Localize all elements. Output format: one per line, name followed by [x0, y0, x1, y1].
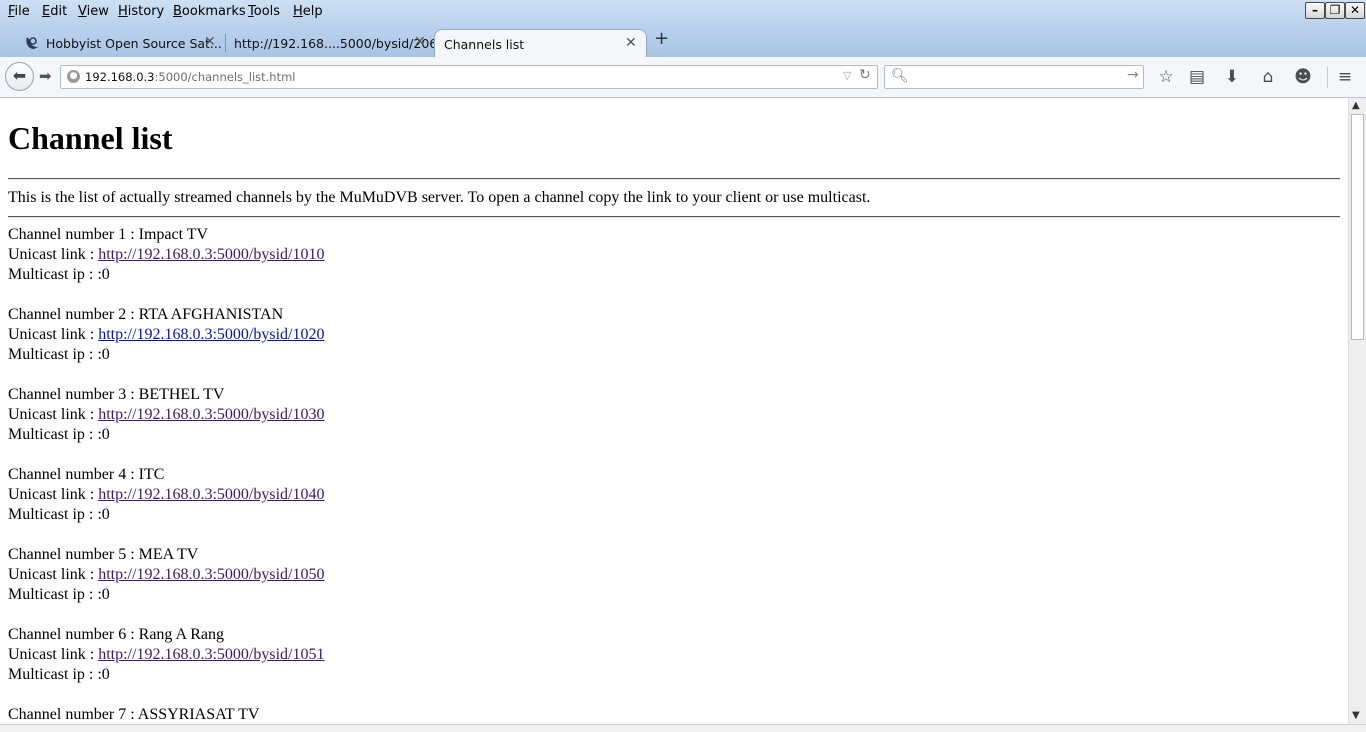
channel-title: Channel number 5 : MEA TV [8, 546, 199, 563]
unicast-link[interactable]: http://192.168.0.3:5000/bysid/1030 [98, 406, 324, 423]
unicast-label: Unicast link : [8, 486, 99, 503]
unicast-link[interactable]: http://192.168.0.3:5000/bysid/1010 [98, 246, 324, 263]
url-path: :5000/channels_list.html [154, 70, 296, 84]
multicast-line: Multicast ip : :0 [8, 506, 110, 523]
menu-history[interactable]: History [118, 4, 164, 19]
hamburger-icon[interactable]: ≡ [1333, 65, 1357, 89]
new-tab-icon[interactable]: + [654, 28, 669, 49]
menu-help[interactable]: Help [293, 4, 323, 19]
reload-icon[interactable]: ↻ [859, 67, 871, 83]
site-favicon-icon [26, 37, 38, 49]
tab-title: Channels list [444, 37, 525, 52]
globe-icon: ● [67, 70, 80, 83]
close-window-button[interactable]: ✕ [1345, 2, 1365, 19]
intro-text: This is the list of actually streamed ch… [8, 189, 871, 206]
unicast-label: Unicast link : [8, 646, 99, 663]
unicast-label: Unicast link : [8, 326, 99, 343]
horizontal-rule [8, 216, 1340, 218]
unicast-line: Unicast link : http://192.168.0.3:5000/b… [8, 326, 324, 344]
tab-title: Hobbyist Open Source Sat... [46, 36, 222, 51]
channel-title: Channel number 4 : ITC [8, 466, 165, 483]
multicast-line: Multicast ip : :0 [8, 666, 110, 683]
channel-title: Channel number 7 : ASSYRIASAT TV [8, 706, 260, 723]
chevron-down-icon[interactable]: ▽ [843, 69, 851, 82]
unicast-line: Unicast link : http://192.168.0.3:5000/b… [8, 486, 324, 504]
tab-strip: Hobbyist Open Source Sat... ✕ http://192… [0, 24, 1366, 57]
unicast-line: Unicast link : http://192.168.0.3:5000/b… [8, 406, 324, 424]
unicast-link[interactable]: http://192.168.0.3:5000/bysid/1020 [98, 326, 324, 343]
search-input[interactable]: 🔍︎ → [884, 65, 1144, 89]
page-title: Channel list [8, 120, 173, 156]
url-text[interactable]: 192.168.0.3:5000/channels_list.html [85, 70, 296, 84]
scroll-up-icon[interactable]: ▲ [1352, 100, 1360, 111]
menu-bookmarks[interactable]: Bookmarks [173, 4, 246, 19]
star-icon[interactable]: ☆ [1154, 65, 1178, 89]
clipboard-icon[interactable]: ▤ [1185, 65, 1209, 89]
unicast-label: Unicast link : [8, 566, 99, 583]
navigation-toolbar: ⬅ ➡ ● 192.168.0.3:5000/channels_list.htm… [0, 57, 1366, 98]
arrow-right-icon[interactable]: → [1127, 67, 1139, 83]
unicast-label: Unicast link : [8, 246, 99, 263]
scrollbar-thumb[interactable] [1351, 114, 1364, 340]
scroll-down-icon[interactable]: ▼ [1352, 710, 1360, 721]
unicast-link[interactable]: http://192.168.0.3:5000/bysid/1040 [98, 486, 324, 503]
minimize-button[interactable]: – [1305, 2, 1325, 19]
tab-hobbyist[interactable]: Hobbyist Open Source Sat... ✕ [16, 29, 224, 57]
smiley-icon[interactable]: ☻ [1291, 65, 1315, 89]
toolbar-divider [1327, 66, 1328, 88]
close-tab-icon[interactable]: ✕ [625, 35, 637, 51]
multicast-line: Multicast ip : :0 [8, 266, 110, 283]
tab-bysid[interactable]: http://192.168....5000/bysid/2060 ✕ [226, 29, 434, 57]
multicast-line: Multicast ip : :0 [8, 426, 110, 443]
unicast-link[interactable]: http://192.168.0.3:5000/bysid/1050 [98, 566, 324, 583]
close-tab-icon[interactable]: ✕ [204, 34, 216, 50]
menu-view[interactable]: View [78, 4, 109, 19]
unicast-line: Unicast link : http://192.168.0.3:5000/b… [8, 646, 324, 664]
url-bar[interactable]: ● 192.168.0.3:5000/channels_list.html ▽ … [60, 65, 878, 89]
channel-title: Channel number 2 : RTA AFGHANISTAN [8, 306, 284, 323]
multicast-line: Multicast ip : :0 [8, 346, 110, 363]
unicast-line: Unicast link : http://192.168.0.3:5000/b… [8, 566, 324, 584]
unicast-link[interactable]: http://192.168.0.3:5000/bysid/1051 [98, 646, 324, 663]
channel-title: Channel number 6 : Rang A Rang [8, 626, 224, 643]
menu-bar: File Edit View History Bookmarks Tools H… [0, 0, 1366, 24]
arrow-right-icon[interactable]: ➡ [39, 67, 52, 85]
download-icon[interactable]: ⬇ [1220, 65, 1244, 89]
menu-file[interactable]: File [8, 4, 30, 19]
multicast-line: Multicast ip : :0 [8, 586, 110, 603]
tab-channels-list[interactable]: Channels list ✕ [434, 29, 647, 57]
bottom-edge [0, 724, 1366, 732]
unicast-label: Unicast link : [8, 406, 99, 423]
page-content: Channel list This is the list of actuall… [0, 98, 1348, 724]
channel-title: Channel number 1 : Impact TV [8, 226, 209, 243]
horizontal-rule [8, 178, 1340, 180]
menu-edit[interactable]: Edit [42, 4, 67, 19]
arrow-left-icon[interactable]: ⬅ [5, 62, 34, 91]
channel-title: Channel number 3 : BETHEL TV [8, 386, 225, 403]
url-host: 192.168.0.3 [85, 70, 155, 84]
unicast-line: Unicast link : http://192.168.0.3:5000/b… [8, 246, 324, 264]
vertical-scrollbar[interactable]: ▲ ▼ [1348, 98, 1366, 724]
tab-title: http://192.168....5000/bysid/2060 [234, 36, 434, 51]
restore-button[interactable]: ❐ [1325, 2, 1345, 19]
search-icon: 🔍︎ [891, 68, 909, 84]
home-icon[interactable]: ⌂ [1256, 65, 1280, 89]
menu-tools[interactable]: Tools [248, 4, 280, 19]
close-tab-icon[interactable]: ✕ [414, 34, 426, 50]
